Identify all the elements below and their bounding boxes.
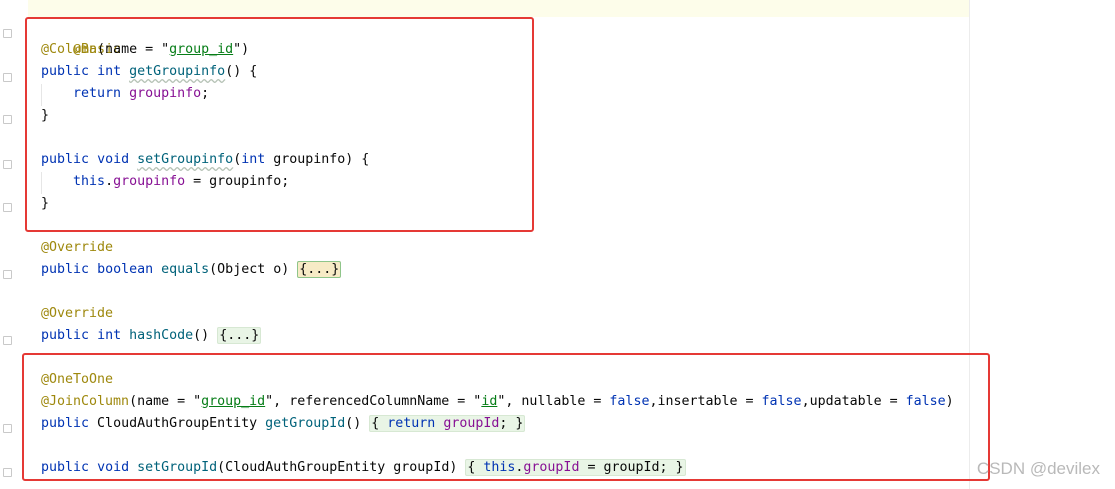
watermark: CSDN @devilex [976, 459, 1100, 478]
code-line[interactable]: @Override [41, 303, 113, 325]
annotation: @Override [41, 240, 114, 255]
current-line-highlight [28, 0, 970, 17]
folded-code-region[interactable]: {...} [217, 327, 262, 344]
fold-marker-icon[interactable] [3, 160, 12, 169]
keyword: boolean [97, 262, 154, 277]
keyword: public [41, 328, 90, 343]
code-text: () [193, 328, 218, 343]
method-name: equals [161, 262, 210, 277]
fold-marker-icon[interactable] [3, 29, 12, 38]
fold-marker-icon[interactable] [3, 336, 12, 345]
keyword: int [97, 328, 122, 343]
annotation: @Override [41, 306, 114, 321]
fold-marker-icon[interactable] [3, 73, 12, 82]
fold-marker-icon[interactable] [3, 203, 12, 212]
code-line[interactable]: public int hashCode() {...} [41, 325, 262, 347]
highlight-box [25, 17, 534, 232]
method-name: hashCode [129, 328, 194, 343]
fold-marker-icon[interactable] [3, 468, 12, 477]
fold-marker-icon[interactable] [3, 270, 12, 279]
keyword: public [41, 262, 90, 277]
code-editor[interactable]: @Basic @Column(name = "group_id") public… [0, 0, 1115, 489]
code-text: (Object o) [209, 262, 298, 277]
code-line[interactable]: @Override [41, 237, 113, 259]
fold-marker-icon[interactable] [3, 424, 12, 433]
folded-code-region[interactable]: {...} [297, 261, 342, 278]
highlight-box [22, 353, 990, 481]
code-line[interactable]: public boolean equals(Object o) {...} [41, 259, 342, 281]
fold-marker-icon[interactable] [3, 115, 12, 124]
